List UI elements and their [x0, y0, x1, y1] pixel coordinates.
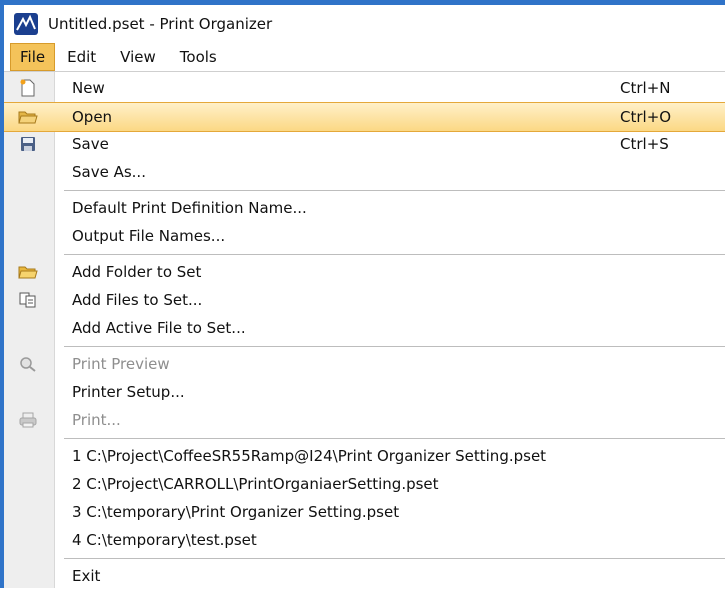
menu-separator	[64, 190, 725, 191]
new-document-icon	[17, 78, 39, 98]
menu-item-print-preview[interactable]: Print Preview	[4, 350, 725, 378]
menu-separator	[64, 346, 725, 347]
open-folder-icon	[17, 107, 39, 127]
menu-item-print[interactable]: Print...	[4, 406, 725, 434]
menu-item-shortcut: Ctrl+N	[620, 79, 671, 97]
menu-item-shortcut: Ctrl+O	[620, 108, 672, 126]
menu-item-save-as[interactable]: Save As...	[4, 158, 725, 186]
menu-item-label: Output File Names...	[72, 227, 226, 245]
menu-item-printer-setup[interactable]: Printer Setup...	[4, 378, 725, 406]
menu-item-label: Open	[72, 108, 113, 126]
menu-item-label: Save	[72, 135, 109, 153]
title-bar: Untitled.pset - Print Organizer	[4, 5, 725, 43]
menu-item-label: Print...	[72, 411, 121, 429]
menu-item-recent-file[interactable]: 1 C:\Project\CoffeeSR55Ramp@I24\Print Or…	[4, 442, 725, 470]
menu-item-label: Print Preview	[72, 355, 170, 373]
menu-item-recent-file[interactable]: 3 C:\temporary\Print Organizer Setting.p…	[4, 498, 725, 526]
menu-separator	[64, 438, 725, 439]
menu-item-label: Add Files to Set...	[72, 291, 203, 309]
menu-item-add-folder[interactable]: Add Folder to Set	[4, 258, 725, 286]
menu-item-add-active-file[interactable]: Add Active File to Set...	[4, 314, 725, 342]
menu-edit[interactable]: Edit	[55, 43, 108, 71]
menu-item-default-print-definition[interactable]: Default Print Definition Name...	[4, 194, 725, 222]
menu-item-label: Save As...	[72, 163, 146, 181]
menu-item-label: 2 C:\Project\CARROLL\PrintOrganiaerSetti…	[72, 475, 439, 493]
menu-item-label: Printer Setup...	[72, 383, 185, 401]
menu-item-label: Add Folder to Set	[72, 263, 202, 281]
menu-item-label: Add Active File to Set...	[72, 319, 246, 337]
menu-file[interactable]: File	[10, 43, 56, 71]
menu-item-label: Exit	[72, 567, 101, 585]
menu-item-label: New	[72, 79, 105, 97]
menu-item-label: 3 C:\temporary\Print Organizer Setting.p…	[72, 503, 400, 521]
menu-item-shortcut: Ctrl+S	[620, 135, 669, 153]
menu-item-output-file-names[interactable]: Output File Names...	[4, 222, 725, 250]
menu-separator	[64, 254, 725, 255]
menu-item-label: 4 C:\temporary\test.pset	[72, 531, 257, 549]
menu-item-exit[interactable]: Exit	[4, 562, 725, 590]
menu-item-add-files[interactable]: Add Files to Set...	[4, 286, 725, 314]
menu-bar: File Edit View Tools	[4, 43, 725, 72]
window-title: Untitled.pset - Print Organizer	[48, 15, 273, 33]
menu-tools[interactable]: Tools	[168, 43, 229, 71]
menu-item-recent-file[interactable]: 4 C:\temporary\test.pset	[4, 526, 725, 554]
menu-item-new[interactable]: New Ctrl+N	[4, 74, 725, 102]
menu-item-label: 1 C:\Project\CoffeeSR55Ramp@I24\Print Or…	[72, 447, 547, 465]
menu-item-recent-file[interactable]: 2 C:\Project\CARROLL\PrintOrganiaerSetti…	[4, 470, 725, 498]
menu-item-label: Default Print Definition Name...	[72, 199, 307, 217]
window-border-left	[0, 0, 4, 588]
folder-icon	[17, 262, 39, 282]
add-files-icon	[17, 290, 39, 310]
menu-item-save[interactable]: Save Ctrl+S	[4, 130, 725, 158]
printer-icon	[17, 410, 39, 430]
menu-view[interactable]: View	[108, 43, 168, 71]
menu-separator	[64, 558, 725, 559]
print-preview-icon	[17, 354, 39, 374]
app-icon	[14, 13, 38, 35]
menu-item-open[interactable]: Open Ctrl+O	[4, 102, 725, 132]
file-menu-dropdown: New Ctrl+N Open Ctrl+O Save Ctrl+S Save …	[4, 72, 725, 588]
floppy-disk-icon	[17, 134, 39, 154]
